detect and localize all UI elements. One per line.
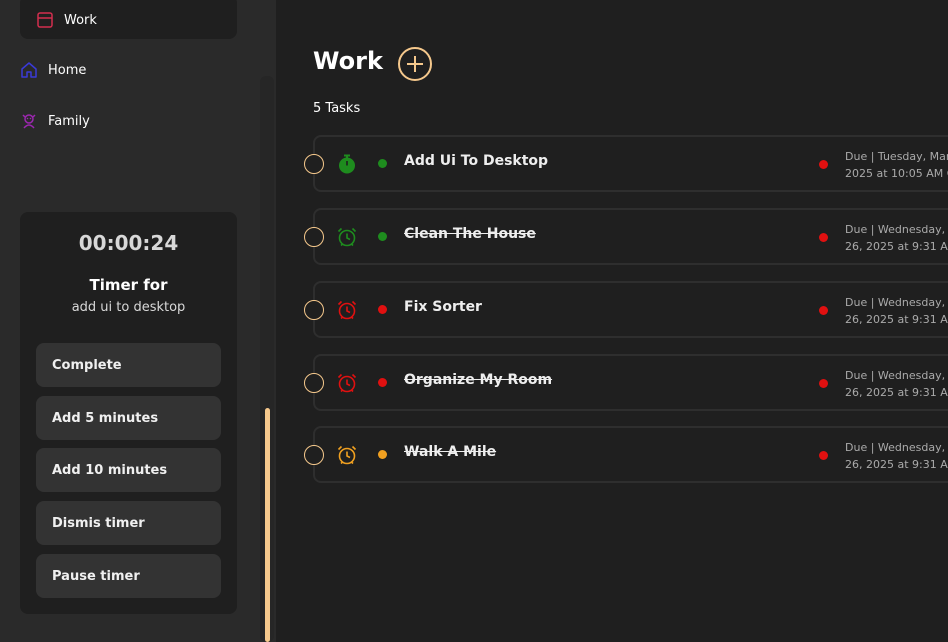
task-name[interactable]: Add Ui To Desktop [404, 153, 548, 169]
task-name[interactable]: Clean The House [404, 226, 536, 242]
due-line: Due | Wednesday, [845, 296, 946, 309]
due-line: Due | Wednesday, [845, 369, 946, 382]
priority-dot [378, 232, 387, 241]
add-10-minutes-button[interactable]: Add 10 minutes [36, 448, 221, 492]
task-count: 5 Tasks [313, 101, 361, 116]
task-row[interactable]: Clean The House Due | Wednesday, 26, 2025 … [304, 208, 948, 265]
task-name[interactable]: Walk A Mile [404, 444, 496, 460]
priority-dot [378, 378, 387, 387]
priority-dot [378, 159, 387, 168]
timer-panel: 00:00:24 Timer for add ui to desktop Com… [20, 212, 237, 614]
priority-dot [378, 305, 387, 314]
task-row[interactable]: Add Ui To Desktop Due | Tuesday, Mar 2025 … [304, 135, 948, 192]
timer-task-name: add ui to desktop [71, 300, 186, 315]
sidebar-item-family[interactable]: Family [20, 99, 237, 143]
stopwatch-icon[interactable] [336, 153, 358, 175]
sidebar-item-label: Work [64, 12, 97, 28]
task-due-date: Due | Wednesday, 26, 2025 at 9:31 AM [845, 439, 948, 473]
task-due-date: Due | Tuesday, Mar 2025 at 10:05 AM G [845, 148, 948, 182]
due-status-dot [819, 379, 828, 388]
due-line: Due | Tuesday, Mar [845, 150, 948, 163]
timer-title: Timer for [89, 276, 168, 294]
alarm-clock-icon[interactable] [336, 372, 358, 394]
page-title: Work [313, 47, 383, 75]
alarm-clock-icon[interactable] [336, 444, 358, 466]
scrollbar-thumb[interactable] [265, 408, 270, 642]
due-line: 26, 2025 at 9:31 AM [845, 240, 948, 253]
calendar-icon [37, 12, 53, 28]
alarm-clock-icon[interactable] [336, 226, 358, 248]
due-line: 26, 2025 at 9:31 AM [845, 313, 948, 326]
task-row[interactable]: Walk A Mile Due | Wednesday, 26, 2025 at 9… [304, 426, 948, 483]
main-content: Work 5 Tasks Add Ui To Desktop Due | Tues… [276, 0, 948, 642]
due-line: 2025 at 10:05 AM G [845, 167, 948, 180]
task-name[interactable]: Fix Sorter [404, 299, 482, 315]
alarm-clock-icon[interactable] [336, 299, 358, 321]
home-icon [21, 62, 37, 78]
task-due-date: Due | Wednesday, 26, 2025 at 9:31 AM [845, 221, 948, 255]
task-row[interactable]: Organize My Room Due | Wednesday, 26, 2025… [304, 354, 948, 411]
due-status-dot [819, 233, 828, 242]
due-line: 26, 2025 at 9:31 AM [845, 458, 948, 471]
task-complete-checkbox[interactable] [304, 373, 324, 393]
due-line: Due | Wednesday, [845, 441, 946, 454]
complete-button[interactable]: Complete [36, 343, 221, 387]
task-due-date: Due | Wednesday, 26, 2025 at 9:31 AM [845, 367, 948, 401]
sidebar-item-work[interactable]: Work [20, 0, 237, 39]
due-line: 26, 2025 at 9:31 AM [845, 386, 948, 399]
due-status-dot [819, 451, 828, 460]
task-complete-checkbox[interactable] [304, 445, 324, 465]
due-line: Due | Wednesday, [845, 223, 946, 236]
family-icon [22, 114, 36, 129]
due-status-dot [819, 160, 828, 169]
timer-countdown: 00:00:24 [78, 231, 179, 255]
pause-timer-button[interactable]: Pause timer [36, 554, 221, 598]
dismiss-timer-button[interactable]: Dismis timer [36, 501, 221, 545]
add-5-minutes-button[interactable]: Add 5 minutes [36, 396, 221, 440]
task-complete-checkbox[interactable] [304, 154, 324, 174]
sidebar-item-label: Home [48, 62, 87, 78]
priority-dot [378, 450, 387, 459]
task-complete-checkbox[interactable] [304, 300, 324, 320]
task-complete-checkbox[interactable] [304, 227, 324, 247]
task-due-date: Due | Wednesday, 26, 2025 at 9:31 AM [845, 294, 948, 328]
due-status-dot [819, 306, 828, 315]
add-task-button[interactable] [398, 47, 432, 81]
sidebar-item-home[interactable]: Home [20, 48, 237, 92]
sidebar-item-label: Family [48, 113, 90, 129]
task-row[interactable]: Fix Sorter Due | Wednesday, 26, 2025 at 9:… [304, 281, 948, 338]
sidebar: Work Home Family 00:00:24 Timer for add … [0, 0, 276, 642]
task-name[interactable]: Organize My Room [404, 372, 552, 388]
